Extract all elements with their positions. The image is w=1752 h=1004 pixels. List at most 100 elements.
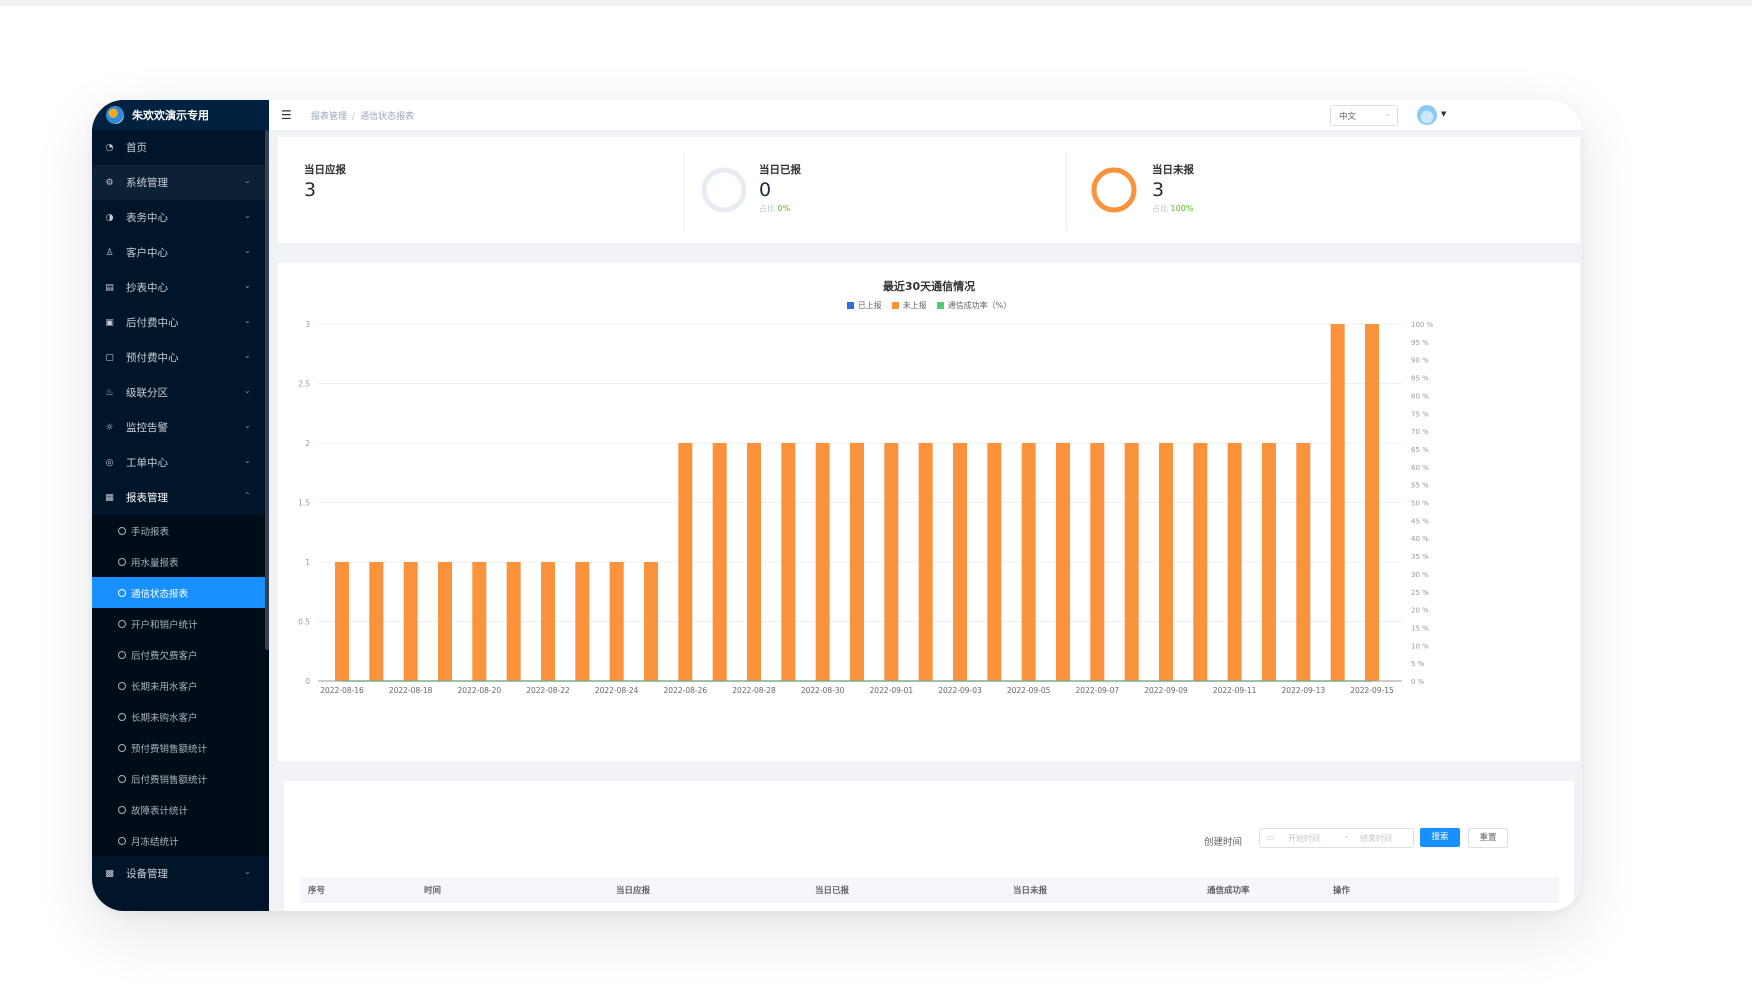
submenu-item-label: 开户和销户统计 [131, 619, 198, 631]
submenu-item[interactable]: 通信状态报表 [92, 577, 269, 608]
submenu-item-label: 通信状态报表 [131, 588, 189, 600]
legend-label: 通信成功率（%） [947, 301, 1012, 310]
legend-swatch [891, 302, 899, 309]
stats-card: 当日应报 3 当日已报 0 占比 0% 当日未报 3 占比 100% [278, 137, 1580, 243]
y2-tick-label: 100 % [1411, 321, 1434, 329]
sidebar-item[interactable]: ◎ 工单中心 ⌄ [92, 445, 269, 480]
reset-button[interactable]: 重置 [1468, 828, 1508, 848]
dashboard-icon: ◔ [105, 142, 114, 153]
bar [987, 443, 1002, 681]
x-tick-label: 2022-08-22 [526, 686, 570, 695]
y2-tick-label: 70 % [1411, 428, 1429, 436]
start-time-input[interactable]: 开始时间 [1288, 833, 1320, 844]
bar [403, 562, 418, 681]
submenu-item[interactable]: 月冻结统计 [92, 825, 269, 856]
submenu-item[interactable]: 预付费销售额统计 [92, 732, 269, 763]
avatar[interactable] [1417, 105, 1437, 125]
user-icon: ♙ [105, 247, 114, 258]
bar [1159, 443, 1173, 681]
end-time-input[interactable]: 结束时间 [1360, 833, 1392, 844]
sidebar-scrollbar[interactable] [265, 130, 269, 650]
chart-legend: 已上报 未上报 通信成功率（%） [278, 300, 1580, 311]
legend-item[interactable]: 已上报 [846, 300, 882, 311]
sidebar-item-label: 后付费中心 [126, 317, 179, 329]
submenu-item[interactable]: 开户和销户统计 [92, 608, 269, 639]
stat-reported-label: 当日已报 [759, 164, 801, 176]
sidebar-item[interactable]: ◔ 首页 [92, 130, 269, 165]
sidebar-item[interactable]: ◑ 表务中心 ⌄ [92, 200, 269, 235]
y-tick-label: 0.5 [298, 618, 310, 627]
card-icon: ▢ [105, 352, 114, 363]
table-header: 序号 时间 当日应报 当日已报 当日未报 通信成功率 操作 [300, 877, 1559, 902]
bar [541, 562, 555, 681]
breadcrumb-item-report-management[interactable]: 报表管理 [311, 112, 347, 122]
submenu-item-label: 用水量报表 [131, 557, 179, 569]
bar [712, 443, 727, 681]
x-tick-label: 2022-09-09 [1144, 686, 1188, 695]
circle-icon [118, 650, 126, 659]
stat-expected: 当日应报 3 [278, 137, 676, 243]
submenu-item[interactable]: 手动报表 [92, 515, 269, 546]
circle-icon [118, 588, 126, 597]
date-range-picker[interactable]: ▭ 开始时间 - 结束时间 [1259, 828, 1414, 848]
sidebar-item[interactable]: ⚙ 系统管理 ⌄ [92, 165, 269, 200]
stat-unreported-value: 3 [1152, 179, 1165, 201]
bar [1193, 443, 1208, 681]
language-select[interactable]: 中文 ⌄ [1330, 105, 1398, 126]
submenu-item-label: 后付费欠费客户 [131, 650, 198, 662]
x-tick-label: 2022-09-15 [1350, 686, 1394, 695]
sidebar-item[interactable]: ▤ 抄表中心 ⌄ [92, 270, 269, 305]
sidebar-item[interactable]: ▣ 后付费中心 ⌄ [92, 305, 269, 340]
sidebar-item[interactable]: ☼ 监控告警 ⌄ [92, 410, 269, 445]
submenu-item[interactable]: 后付费欠费客户 [92, 639, 269, 670]
circle-icon [118, 526, 126, 535]
stat-reported: 当日已报 0 占比 0% [685, 137, 1065, 243]
y2-tick-label: 75 % [1411, 410, 1429, 418]
bar [850, 443, 864, 681]
chart-card: 0 0.5 1 1.5 2 2.5 3 0 % 5 % 10 % 15 % 20 % 25 % 30 % 3… [278, 263, 1580, 761]
circle-icon [118, 712, 126, 721]
y-tick-label: 1.5 [298, 499, 310, 508]
legend-item[interactable]: 通信成功率（%） [936, 300, 1012, 311]
submenu-item-label: 长期未购水客户 [131, 712, 198, 724]
sidebar-item-label: 表务中心 [126, 212, 168, 224]
caret-down-icon[interactable]: ▼ [1441, 110, 1446, 118]
sidebar-item[interactable]: ▦ 报表管理 ⌃ [92, 480, 269, 515]
sidebar-logo-row[interactable]: 朱欢欢演示专用 [92, 100, 269, 130]
sidebar-item-label: 系统管理 [126, 177, 168, 189]
y-tick-label: 1 [305, 558, 310, 567]
submenu-item[interactable]: 长期未购水客户 [92, 701, 269, 732]
y2-tick-label: 5 % [1411, 660, 1425, 668]
submenu-item[interactable]: 故障表计统计 [92, 794, 269, 825]
chevron-down-icon: ⌄ [244, 176, 251, 185]
y-tick-label: 3 [305, 320, 310, 329]
menu-toggle-icon[interactable]: ☰ [281, 108, 292, 122]
col-index: 序号 [308, 886, 326, 896]
submenu-item[interactable]: 长期未用水客户 [92, 670, 269, 701]
legend-item[interactable]: 未上报 [891, 300, 927, 311]
ratio-value: 100% [1170, 204, 1194, 213]
y2-tick-label: 55 % [1411, 482, 1429, 490]
x-tick-label: 2022-08-18 [389, 686, 433, 695]
circle-icon [118, 681, 126, 690]
submenu-item[interactable]: 后付费销售额统计 [92, 763, 269, 794]
sidebar-item[interactable]: ▩ 设备管理 ⌄ [92, 856, 269, 891]
sidebar-item[interactable]: ▢ 预付费中心 ⌄ [92, 340, 269, 375]
sidebar-item-label: 工单中心 [126, 457, 168, 469]
circle-icon [118, 619, 126, 628]
reported-ring-chart [701, 167, 747, 213]
legend-label: 未上报 [902, 301, 927, 310]
legend-swatch [936, 302, 944, 309]
sidebar-item[interactable]: ♙ 客户中心 ⌄ [92, 235, 269, 270]
sidebar-item[interactable]: ♨ 级联分区 ⌄ [92, 375, 269, 410]
chevron-down-icon: ⌄ [244, 316, 251, 325]
circle-icon [118, 743, 126, 752]
bar [506, 562, 521, 681]
bar [335, 562, 349, 681]
sidebar-item-label: 客户中心 [126, 247, 168, 259]
search-button[interactable]: 搜索 [1420, 828, 1460, 847]
chevron-down-icon: ⌄ [244, 386, 251, 395]
submenu-item[interactable]: 用水量报表 [92, 546, 269, 577]
bar [678, 443, 693, 681]
wallet-icon: ▣ [105, 317, 114, 328]
